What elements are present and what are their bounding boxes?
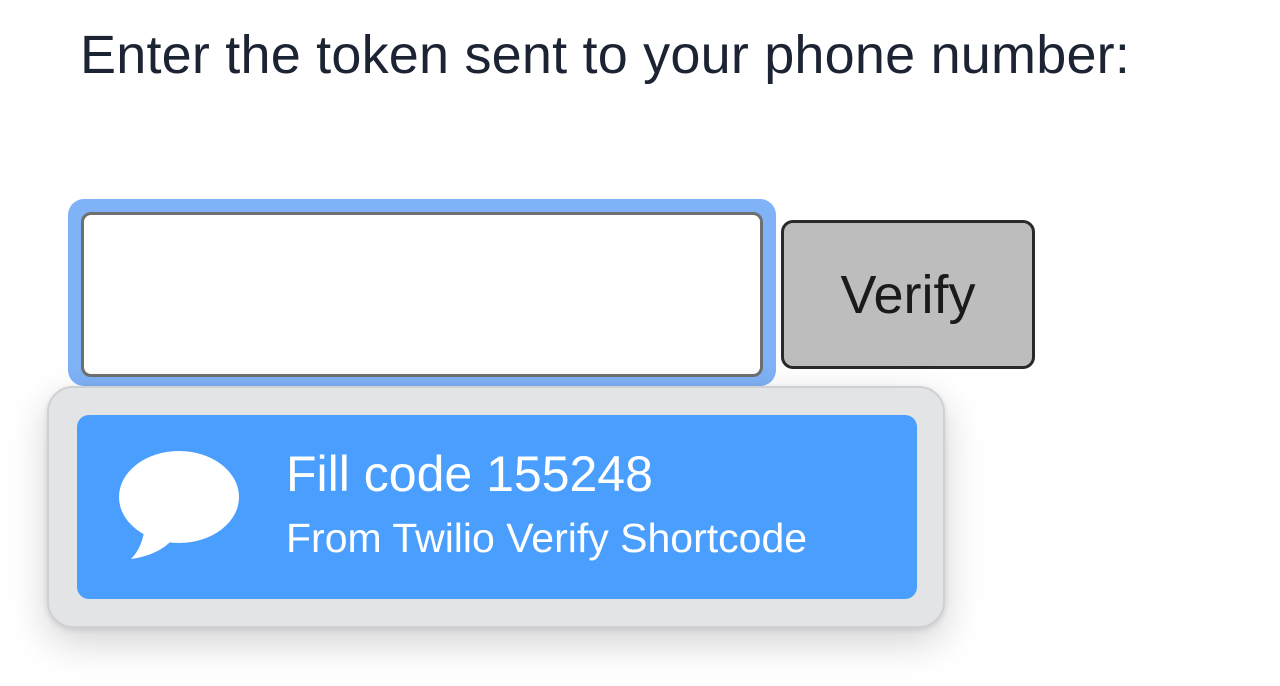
verify-button[interactable]: Verify (781, 220, 1035, 369)
verify-page: Enter the token sent to your phone numbe… (0, 0, 1280, 686)
token-input-focus-ring (68, 199, 776, 386)
autofill-suggestion-subtitle: From Twilio Verify Shortcode (286, 515, 808, 561)
token-prompt-label: Enter the token sent to your phone numbe… (80, 25, 1131, 85)
message-bubble-icon (119, 451, 239, 559)
autofill-suggestion-fill-code[interactable]: Fill code 155248 From Twilio Verify Shor… (77, 415, 917, 599)
autofill-suggestion-title: Fill code 155248 (286, 446, 653, 502)
token-input[interactable] (81, 212, 763, 377)
autofill-popup: Fill code 155248 From Twilio Verify Shor… (47, 386, 945, 628)
